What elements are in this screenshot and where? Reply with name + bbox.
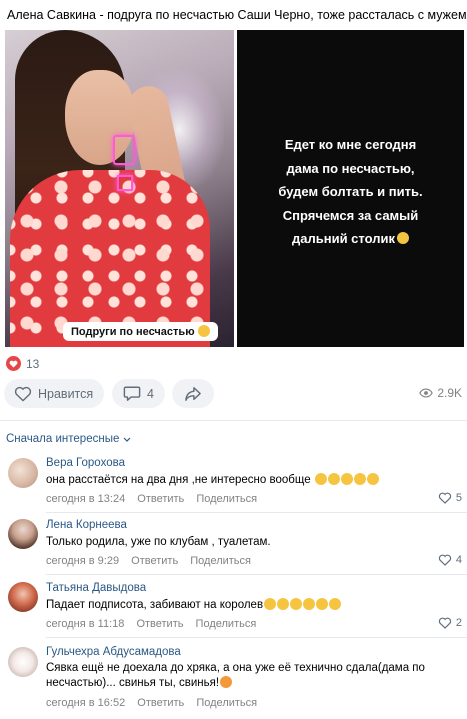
photo-woman-red-dress[interactable]: Подруги по несчастью <box>5 30 234 347</box>
share-comment-button[interactable]: Поделиться <box>190 555 251 567</box>
story-line-last: дальний столик <box>237 227 464 251</box>
like-label: Нравится <box>38 386 94 401</box>
comment-time[interactable]: сегодня в 11:18 <box>46 618 124 630</box>
share-button[interactable] <box>172 379 214 408</box>
views-counter: 2.9K <box>419 386 462 400</box>
halo-emoji-icon <box>353 473 366 485</box>
thinking-emoji-icon <box>327 473 340 485</box>
avatar[interactable] <box>8 519 38 549</box>
story-line: Едет ко мне сегодня <box>284 137 417 152</box>
comment-author[interactable]: Лена Корнеева <box>46 519 127 531</box>
photo-neon-sign <box>113 135 135 165</box>
views-count: 2.9K <box>437 386 462 400</box>
thinking-emoji-icon <box>340 473 353 485</box>
story-line: будем болтать и пить. <box>278 184 423 199</box>
laughing-emoji-icon <box>264 598 277 610</box>
comment-likes-count: 4 <box>455 554 462 566</box>
avatar[interactable] <box>8 582 38 612</box>
share-arrow-icon <box>185 386 201 401</box>
photo-red-dress <box>10 170 210 347</box>
heart-outline-icon <box>438 617 451 629</box>
grimace-emoji-icon <box>366 473 379 485</box>
comment-meta: сегодня в 13:24 Ответить Поделиться <box>46 493 266 505</box>
post-action-bar: Нравится 4 2.9K <box>4 379 464 408</box>
laughing-emoji-icon <box>329 598 342 610</box>
laughing-emoji-icon <box>277 598 290 610</box>
comment-meta: сегодня в 9:29 Ответить Поделиться <box>46 555 260 567</box>
comment-body: Падает подписота, забивают на королев <box>46 599 264 611</box>
heart-outline-icon <box>438 492 451 504</box>
comment-divider <box>46 574 467 575</box>
comment-meta: сегодня в 16:52 Ответить Поделиться <box>46 697 266 709</box>
photo-story-text[interactable]: Едет ко мне сегодня дама по несчастью, б… <box>237 30 464 347</box>
eye-icon <box>419 388 434 398</box>
laughing-emoji-icon <box>290 598 303 610</box>
laughing-emoji-icon <box>316 598 329 610</box>
story-line: Спрячемся за самый <box>282 207 419 223</box>
comment-divider <box>46 512 467 513</box>
comment-likes-count: 2 <box>455 617 462 629</box>
comment-text: Только родила, уже по клубам , туалетам. <box>46 535 441 550</box>
comment-text: Сявка ещё не доехала до хряка, а она уже… <box>46 661 441 691</box>
heart-badge-icon <box>6 356 21 371</box>
chevron-down-icon <box>123 437 131 442</box>
smile-emoji-icon <box>197 325 210 337</box>
comment-body: Только родила, уже по клубам , туалетам. <box>46 536 271 548</box>
comment-time[interactable]: сегодня в 13:24 <box>46 493 125 505</box>
comment-meta: сегодня в 11:18 Ответить Поделиться <box>46 618 265 630</box>
reactions-summary[interactable]: 13 <box>6 356 39 371</box>
like-button[interactable]: Нравится <box>4 379 104 408</box>
comments-sort-dropdown[interactable]: Сначала интересные <box>6 433 131 445</box>
thinking-emoji-icon <box>314 473 327 485</box>
photo-sticker: Подруги по несчастью <box>63 322 218 341</box>
comment-text: Падает подписота, забивают на королев <box>46 598 441 613</box>
comment-body: она расстаётся на два дня ,не интересно … <box>46 474 311 486</box>
heart-outline-icon <box>438 554 451 566</box>
comment-likes-count: 5 <box>455 492 462 504</box>
comment-like-button[interactable]: 2 <box>438 617 462 629</box>
comment-text: она расстаётся на два дня ,не интересно … <box>46 473 441 488</box>
story-text-block: Едет ко мне сегодня дама по несчастью, б… <box>237 133 464 251</box>
comment-like-button[interactable]: 4 <box>438 554 462 566</box>
comment-button[interactable]: 4 <box>112 379 165 408</box>
avatar[interactable] <box>8 458 38 488</box>
reply-button[interactable]: Ответить <box>131 555 178 567</box>
comment-author[interactable]: Вера Горохова <box>46 457 125 469</box>
heart-outline-icon <box>14 386 32 401</box>
reply-button[interactable]: Ответить <box>137 493 184 505</box>
share-comment-button[interactable]: Поделиться <box>196 618 257 630</box>
reply-button[interactable]: Ответить <box>136 618 183 630</box>
story-line: дама по несчастью, <box>286 160 415 176</box>
divider <box>0 420 467 421</box>
comment-time[interactable]: сегодня в 9:29 <box>46 555 119 567</box>
worried-emoji-icon <box>396 232 409 244</box>
photo-sticker-text: Подруги по несчастью <box>71 326 195 338</box>
comment-author[interactable]: Татьяна Давыдова <box>46 582 146 594</box>
comment-divider <box>46 637 467 638</box>
share-comment-button[interactable]: Поделиться <box>196 697 257 709</box>
comment-bubble-icon <box>123 386 141 401</box>
comment-time[interactable]: сегодня в 16:52 <box>46 697 125 709</box>
post-text: Алена Савкина - подруга по несчастью Саш… <box>7 8 467 22</box>
story-line: дальний столик <box>292 231 395 246</box>
photo-neon-sign-small <box>117 175 133 191</box>
comment-body: Сявка ещё не доехала до хряка, а она уже… <box>46 662 425 689</box>
share-comment-button[interactable]: Поделиться <box>196 493 257 505</box>
reply-button[interactable]: Ответить <box>137 697 184 709</box>
post-photos: Подруги по несчастью Едет ко мне сегодня… <box>5 30 464 347</box>
likes-count: 13 <box>26 356 40 371</box>
avatar[interactable] <box>8 647 38 677</box>
comment-author[interactable]: Гульчехра Абдусамадова <box>46 646 181 658</box>
comment-like-button[interactable]: 5 <box>438 492 462 504</box>
angry-emoji-icon <box>220 676 233 688</box>
laughing-emoji-icon <box>303 598 316 610</box>
comments-count: 4 <box>147 386 154 401</box>
sort-label: Сначала интересные <box>6 433 120 445</box>
